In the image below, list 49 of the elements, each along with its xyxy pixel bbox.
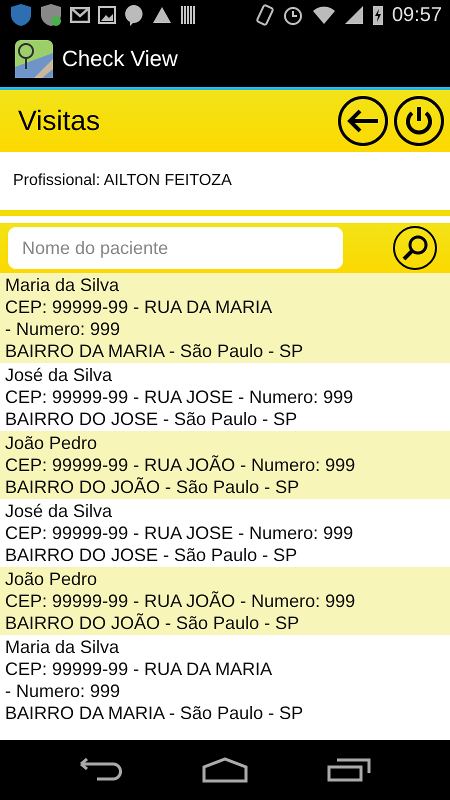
patient-name: Maria da Silva <box>5 274 120 296</box>
patient-name: José da Silva <box>5 500 114 522</box>
patient-address: CEP: 99999-99 - RUA JOÃO - Numero: 999 <box>5 454 356 476</box>
mail-icon <box>70 7 90 23</box>
patient-search-field[interactable]: Nome do paciente <box>8 227 343 269</box>
professional-label: Profissional: AILTON FEITOZA <box>13 172 232 190</box>
page-title: Visitas <box>18 105 101 137</box>
signal-icon <box>344 5 364 25</box>
patient-row[interactable]: João Pedro CEP: 99999-99 - RUA JOÃO - Numero: 999 BAIRRO DO JOÃO - São Paulo - SP <box>0 567 450 635</box>
patient-address: BAIRRO DO JOÃO - São Paulo - SP <box>5 476 300 498</box>
patient-name: João Pedro <box>5 568 98 590</box>
status-time: 09:57 <box>392 4 442 26</box>
patient-address: BAIRRO DA MARIA - São Paulo - SP <box>5 340 304 362</box>
patient-address: BAIRRO DO JOÃO - São Paulo - SP <box>5 612 300 634</box>
recent-apps-button[interactable] <box>326 757 371 783</box>
patient-address: BAIRRO DO JOSE - São Paulo - SP <box>5 544 298 566</box>
chat-icon <box>124 4 144 26</box>
search-icon <box>400 233 430 263</box>
patient-name: João Pedro <box>5 432 98 454</box>
patient-address: CEP: 99999-99 - RUA JOSE - Numero: 999 <box>5 522 354 544</box>
alarm-icon <box>282 4 304 26</box>
patient-address: CEP: 99999-99 - RUA JOÃO - Numero: 999 <box>5 590 356 612</box>
image-icon <box>98 6 116 24</box>
back-nav-button[interactable] <box>79 758 124 782</box>
patient-address: CEP: 99999-99 - RUA JOSE - Numero: 999 <box>5 386 354 408</box>
vibrate-icon <box>256 4 274 26</box>
warning-icon <box>152 6 172 24</box>
patient-address: - Numero: 999 <box>5 680 122 702</box>
app-title: Check View <box>62 46 178 72</box>
app-logo-icon <box>14 38 54 78</box>
patient-row[interactable]: Maria da Silva CEP: 99999-99 - RUA DA MARIA - Numero: 999 BAIRRO DA MARIA - São Paulo - SP <box>0 273 450 363</box>
back-button[interactable] <box>338 96 388 146</box>
battery-icon <box>372 4 384 26</box>
home-nav-button[interactable] <box>202 757 248 783</box>
wifi-icon <box>312 5 336 25</box>
patient-address: CEP: 99999-99 - RUA DA MARIA <box>5 296 274 318</box>
patient-address: - Numero: 999 <box>5 318 122 340</box>
power-icon <box>404 105 434 137</box>
patient-address: BAIRRO DA MARIA - São Paulo - SP <box>5 702 304 724</box>
search-button[interactable] <box>393 226 437 270</box>
shield-icon <box>10 3 32 27</box>
power-button[interactable] <box>394 96 444 146</box>
patient-name: José da Silva <box>5 364 114 386</box>
left-arrow-icon <box>346 109 380 133</box>
barcode-icon <box>180 5 196 25</box>
patient-address: BAIRRO DO JOSE - São Paulo - SP <box>5 408 298 430</box>
patient-row[interactable]: João Pedro CEP: 99999-99 - RUA JOÃO - Numero: 999 BAIRRO DO JOÃO - São Paulo - SP <box>0 431 450 499</box>
patient-address: CEP: 99999-99 - RUA DA MARIA <box>5 658 274 680</box>
patient-name: Maria da Silva <box>5 636 120 658</box>
